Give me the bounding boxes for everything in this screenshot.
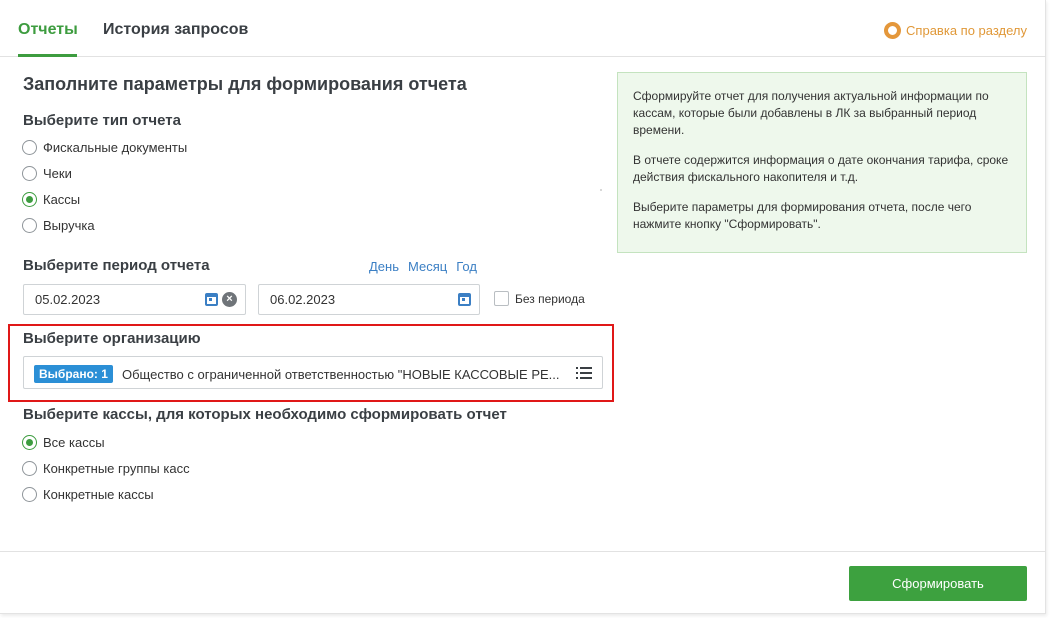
calendar-icon[interactable] (205, 293, 218, 306)
period-month-link[interactable]: Месяц (408, 259, 447, 274)
no-period-checkbox[interactable]: Без периода (494, 291, 585, 306)
period-year-link[interactable]: Год (456, 259, 477, 274)
info-paragraph: Сформируйте отчет для получения актуальн… (633, 89, 989, 137)
radio-fiscal-documents[interactable]: Фискальные документы (22, 140, 187, 155)
help-label: Справка по разделу (906, 23, 1027, 38)
radio-checked-icon (22, 435, 37, 450)
tab-reports[interactable]: Отчеты (18, 21, 78, 39)
generate-button[interactable]: Сформировать (849, 566, 1027, 601)
radio-icon (22, 461, 37, 476)
organization-select[interactable]: Выбрано: 1 Общество с ограниченной ответ… (23, 356, 603, 389)
active-tab-indicator (18, 54, 77, 57)
period-quick-links: День Месяц Год (369, 259, 477, 274)
period-heading: Выберите период отчета (23, 257, 210, 274)
radio-label: Кассы (43, 192, 81, 207)
radio-label: Фискальные документы (43, 140, 188, 155)
form-title: Заполните параметры для формирования отч… (23, 74, 467, 94)
tab-bar: Отчеты История запросов Справка по разде… (0, 0, 1046, 57)
info-paragraph: Выберите параметры для формирования отче… (633, 200, 972, 231)
help-link[interactable]: Справка по разделу (884, 22, 1027, 39)
organization-heading: Выберите организацию (23, 330, 201, 347)
organization-value: Общество с ограниченной ответственностью… (122, 367, 560, 382)
report-type-heading: Выберите тип отчета (23, 112, 181, 129)
radio-icon (22, 218, 37, 233)
no-period-label: Без периода (515, 291, 585, 306)
radio-label: Все кассы (43, 435, 105, 450)
tab-request-history[interactable]: История запросов (103, 21, 248, 39)
date-to-input[interactable]: 06.02.2023 (258, 284, 480, 315)
footer-divider (0, 551, 1046, 552)
radio-label: Конкретные группы касс (43, 461, 190, 476)
date-to-value: 06.02.2023 (270, 292, 336, 307)
radio-label: Выручка (43, 218, 95, 233)
radio-icon (22, 487, 37, 502)
radio-icon (22, 140, 37, 155)
radio-label: Чеки (43, 166, 72, 181)
period-day-link[interactable]: День (369, 259, 399, 274)
info-paragraph: В отчете содержится информация о дате ок… (633, 153, 1009, 184)
report-card: Отчеты История запросов Справка по разде… (0, 0, 1046, 614)
clear-icon[interactable]: × (222, 292, 237, 307)
radio-specific-registers[interactable]: Конкретные кассы (22, 487, 154, 502)
radio-register-groups[interactable]: Конкретные группы касс (22, 461, 190, 476)
info-box: Сформируйте отчет для получения актуальн… (617, 72, 1027, 253)
radio-icon (22, 166, 37, 181)
lifebuoy-icon (884, 22, 902, 39)
registers-heading: Выберите кассы, для которых необходимо с… (23, 406, 507, 423)
date-from-value: 05.02.2023 (35, 292, 101, 307)
selected-count-badge: Выбрано: 1 (34, 365, 113, 383)
checkbox-icon (494, 291, 509, 306)
list-icon[interactable] (576, 367, 592, 379)
radio-checked-icon (22, 192, 37, 207)
radio-registers[interactable]: Кассы (22, 192, 80, 207)
radio-receipts[interactable]: Чеки (22, 166, 72, 181)
radio-label: Конкретные кассы (43, 487, 154, 502)
radio-revenue[interactable]: Выручка (22, 218, 95, 233)
calendar-icon[interactable] (458, 293, 471, 306)
date-from-input[interactable]: 05.02.2023 × (23, 284, 246, 315)
radio-all-registers[interactable]: Все кассы (22, 435, 105, 450)
divider-dot (600, 189, 602, 191)
